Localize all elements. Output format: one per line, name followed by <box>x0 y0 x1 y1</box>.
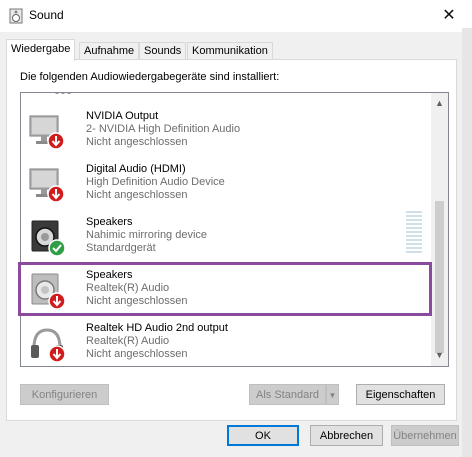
device-row[interactable]: Speakers Nahimic mirroring device Standa… <box>21 211 429 264</box>
list-scrollbar[interactable]: ▲ ▼ <box>431 93 448 366</box>
device-description: Nahimic mirroring device <box>86 229 208 241</box>
device-row[interactable]: Realtek HD Audio 2nd output Realtek(R) A… <box>21 317 429 366</box>
device-description: 2- NVIDIA High Definition Audio <box>86 123 241 135</box>
set-default-button[interactable]: Als Standard <box>249 384 326 405</box>
monitor-icon <box>29 115 65 150</box>
device-name: Digital Audio (HDMI) <box>86 163 186 175</box>
device-row[interactable]: NVIDIA Output 2- NVIDIA High Definition … <box>21 105 429 158</box>
ok-button[interactable]: OK <box>227 425 299 446</box>
device-status: Nicht angeschlossen <box>86 348 188 360</box>
speaker-icon <box>31 220 65 256</box>
highlight-box <box>18 262 432 316</box>
volume-meter-icon <box>406 211 422 253</box>
disconnected-badge-icon <box>47 185 65 203</box>
device-name: Speakers <box>86 216 133 228</box>
device-row[interactable]: Digital Audio (HDMI) High Definition Aud… <box>21 158 429 211</box>
partial-item-icon <box>55 93 71 94</box>
device-status: Standardgerät <box>86 242 156 254</box>
device-name: NVIDIA Output <box>86 110 159 122</box>
set-default-dropdown-icon[interactable]: ▼ <box>326 384 339 405</box>
tab-sounds[interactable]: Sounds <box>139 42 187 60</box>
instruction-text: Die folgenden Audiowiedergabegeräte sind… <box>20 71 280 83</box>
window-title: Sound <box>29 8 64 22</box>
device-status: Nicht angeschlossen <box>86 189 188 201</box>
device-list[interactable]: NVIDIA Output 2- NVIDIA High Definition … <box>20 92 449 367</box>
device-description: Realtek(R) Audio <box>86 335 170 347</box>
sound-icon <box>9 8 23 24</box>
title-bar: Sound ✕ <box>0 0 472 32</box>
scrollbar-thumb[interactable] <box>435 201 444 353</box>
default-check-badge-icon <box>48 239 65 256</box>
close-button[interactable]: ✕ <box>440 7 458 25</box>
configure-button[interactable]: Konfigurieren <box>20 384 109 405</box>
device-name: Realtek HD Audio 2nd output <box>86 322 228 334</box>
apply-button[interactable]: Übernehmen <box>391 425 459 446</box>
properties-button[interactable]: Eigenschaften <box>356 384 445 405</box>
tab-kommunikation[interactable]: Kommunikation <box>187 42 273 60</box>
device-status: Nicht angeschlossen <box>86 136 188 148</box>
device-description: High Definition Audio Device <box>86 176 225 188</box>
monitor-icon <box>29 168 65 203</box>
scroll-up-icon[interactable]: ▲ <box>431 95 448 112</box>
scroll-down-icon[interactable]: ▼ <box>431 347 448 364</box>
disconnected-badge-icon <box>48 345 65 362</box>
tab-aufnahme[interactable]: Aufnahme <box>79 42 140 60</box>
background-scrollbar <box>462 28 472 457</box>
headphones-icon <box>31 328 65 362</box>
cancel-button[interactable]: Abbrechen <box>310 425 383 446</box>
disconnected-badge-icon <box>47 132 65 150</box>
tab-wiedergabe[interactable]: Wiedergabe <box>6 39 76 61</box>
